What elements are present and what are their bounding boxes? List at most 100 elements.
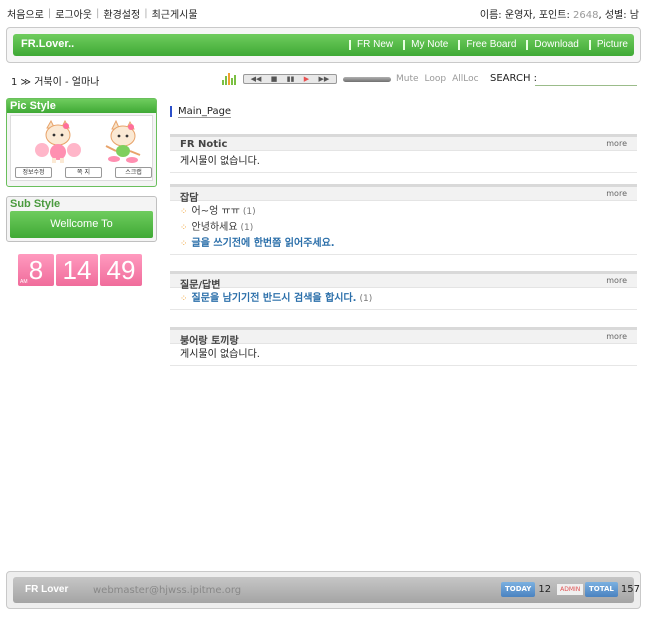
mute-toggle[interactable]: Mute <box>396 74 419 84</box>
divider: | <box>47 8 52 19</box>
bullet-icon: ⁘ <box>180 223 188 233</box>
pic-style-content: 정보수정 쪽 지 스크랩 <box>10 115 153 181</box>
nav-item-fr-new[interactable]: FR New <box>349 40 393 50</box>
allloc-toggle[interactable]: AllLoc <box>452 74 478 84</box>
today-label: TODAY <box>501 582 536 597</box>
sub-style-title: Sub Style <box>10 198 61 210</box>
nav-item-free-board[interactable]: Free Board <box>458 40 516 50</box>
bullet-icon: ⁘ <box>180 294 188 304</box>
profile-buttons: 정보수정 쪽 지 스크랩 <box>15 167 152 178</box>
comment-count: (1) <box>242 207 256 217</box>
more-link[interactable]: more <box>606 276 627 285</box>
sub-style-panel: Sub Style Wellcome To <box>6 196 157 242</box>
post-title[interactable]: 글을 쓰기전에 한번쯤 읽어주세요. <box>192 238 335 249</box>
board-header: 질문/답변 more <box>170 274 637 291</box>
post-title[interactable]: 안녕하세요 <box>192 222 238 233</box>
total-value: 157 <box>620 584 640 595</box>
board-title[interactable]: 질문/답변 <box>180 276 220 291</box>
clock-hour-value: 8 <box>28 255 44 285</box>
cat-jumping-image <box>105 120 141 163</box>
stop-button[interactable]: ■ <box>271 75 278 83</box>
footer-brand: FR Lover <box>25 584 69 595</box>
footer: FR Lover webmaster@hjwss.ipitme.org TODA… <box>6 571 641 609</box>
board-header: FR Notic more <box>170 137 637 151</box>
comment-count: (1) <box>359 294 373 304</box>
board-qna: 질문/답변 more ⁘ 질문을 남기기전 반드시 검색을 합시다. (1) <box>170 271 637 310</box>
cat-cheerleader-image <box>35 120 81 163</box>
user-info: 이름: 운영자, 포인트: 2648, 성별: 남 <box>479 10 639 21</box>
rewind-button[interactable]: ◀◀ <box>251 75 262 83</box>
post-item[interactable]: ⁘ 안녕하세요 (1) <box>180 220 627 236</box>
link-logout[interactable]: 로그아웃 <box>55 6 92 21</box>
more-link[interactable]: more <box>606 332 627 341</box>
player-controls: ◀◀ ■ ▮▮ ▶ ▶▶ <box>243 74 337 84</box>
board-header: 잡담 more <box>170 187 637 204</box>
divider: | <box>96 8 100 19</box>
player-options: Mute Loop AllLoc <box>396 74 479 84</box>
board-fish-rabbit: 붕어랑 토끼랑 more 게시물이 없습니다. <box>170 327 637 366</box>
board-title[interactable]: 붕어랑 토끼랑 <box>180 332 239 347</box>
today-counter: TODAY 12 ADMIN <box>501 582 584 597</box>
pause-button[interactable]: ▮▮ <box>287 75 295 83</box>
webmaster-email[interactable]: webmaster@hjwss.ipitme.org <box>93 585 241 596</box>
site-brand[interactable]: FR.Lover.. <box>21 38 74 50</box>
board-header: 붕어랑 토끼랑 more <box>170 330 637 347</box>
equalizer-icon <box>222 73 237 85</box>
more-link[interactable]: more <box>606 139 627 148</box>
post-item[interactable]: ⁘ 어~엉 ㅠㅠ (1) <box>180 204 627 220</box>
clock-hour: AM 8 <box>18 254 54 286</box>
board-title[interactable]: 잡담 <box>180 189 198 204</box>
page-title: Main_Page <box>170 106 232 118</box>
point-label: 포인트: <box>538 10 570 21</box>
nav-bar: FR.Lover.. FR New My Note Free Board Dow… <box>13 34 634 56</box>
search-input[interactable] <box>535 71 637 86</box>
nav-container: FR.Lover.. FR New My Note Free Board Dow… <box>6 27 641 63</box>
gender-label: 성별: <box>604 10 627 21</box>
pic-style-panel: Pic Style 정보수정 쪽 지 스크랩 <box>6 98 157 187</box>
welcome-banner: Wellcome To <box>10 211 153 238</box>
nav-item-my-note[interactable]: My Note <box>403 40 448 50</box>
message-button[interactable]: 쪽 지 <box>65 167 102 178</box>
footer-bar: FR Lover webmaster@hjwss.ipitme.org TODA… <box>13 577 640 603</box>
play-button[interactable]: ▶ <box>304 75 309 83</box>
board-title[interactable]: FR Notic <box>180 139 227 150</box>
top-bar: 처음으로 | 로그아웃 | 환경설정 | 최근게시물 이름: 운영자, 포인트:… <box>0 0 650 24</box>
comment-count: (1) <box>240 223 254 233</box>
music-player-row: 1 ≫ 거북이 - 얼마나 ◀◀ ■ ▮▮ ▶ ▶▶ Mute Loop All… <box>0 70 650 88</box>
user-name-label: 이름: <box>479 10 502 21</box>
board-fr-notic: FR Notic more 게시물이 없습니다. <box>170 134 637 173</box>
nav-item-picture[interactable]: Picture <box>588 40 628 50</box>
user-gender: 남 <box>629 10 639 21</box>
post-title[interactable]: 어~엉 ㅠㅠ <box>192 206 240 217</box>
empty-message: 게시물이 없습니다. <box>180 349 260 360</box>
post-title[interactable]: 질문을 남기기전 반드시 검색을 합시다. <box>192 293 357 304</box>
link-settings[interactable]: 환경설정 <box>103 6 140 21</box>
board-body: ⁘ 어~엉 ㅠㅠ (1) ⁘ 안녕하세요 (1) ⁘ 글을 쓰기전에 한번쯤 읽어주세요. <box>170 201 637 254</box>
user-points: 2648 <box>573 10 599 21</box>
nav-menu: FR New My Note Free Board Download Pictu… <box>339 40 628 50</box>
total-label: TOTAL <box>585 582 618 597</box>
link-recent-posts[interactable]: 최근게시물 <box>152 6 198 21</box>
search-label: SEARCH : <box>490 73 538 84</box>
bullet-icon: ⁘ <box>180 239 188 249</box>
more-link[interactable]: more <box>606 189 627 198</box>
forward-button[interactable]: ▶▶ <box>318 75 329 83</box>
post-item[interactable]: ⁘ 글을 쓰기전에 한번쯤 읽어주세요. <box>180 236 627 252</box>
bullet-icon: ⁘ <box>180 207 188 217</box>
pic-style-title: Pic Style <box>7 99 156 113</box>
link-home[interactable]: 처음으로 <box>7 6 44 21</box>
scrap-button[interactable]: 스크랩 <box>115 167 152 178</box>
now-playing: 1 ≫ 거북이 - 얼마나 <box>11 77 100 88</box>
nav-item-download[interactable]: Download <box>526 40 579 50</box>
clock-ampm: AM <box>20 279 28 285</box>
divider: | <box>144 8 148 19</box>
clock-second: 49 <box>100 254 142 286</box>
volume-slider[interactable] <box>343 77 391 82</box>
user-name: 운영자, <box>504 10 536 21</box>
post-item[interactable]: ⁘ 질문을 남기기전 반드시 검색을 합시다. (1) <box>180 291 627 307</box>
total-counter: TOTAL 157 <box>585 582 640 597</box>
admin-link[interactable]: ADMIN <box>557 584 584 595</box>
edit-profile-button[interactable]: 정보수정 <box>15 167 52 178</box>
board-body: 게시물이 없습니다. <box>170 151 637 172</box>
loop-toggle[interactable]: Loop <box>425 74 447 84</box>
